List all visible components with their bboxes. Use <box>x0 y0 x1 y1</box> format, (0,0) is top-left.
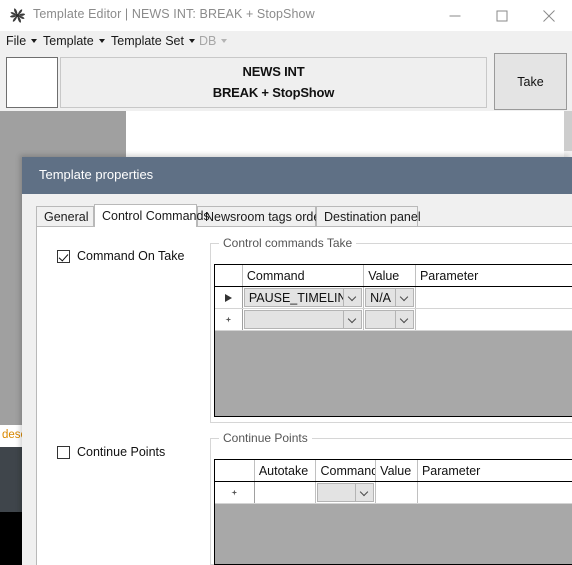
cell-command[interactable] <box>316 482 377 503</box>
template-properties-dialog: Template properties General Control Comm… <box>22 157 572 565</box>
template-banner-line2: BREAK + StopShow <box>212 85 335 100</box>
menu-item-template-set-label: Template Set <box>111 34 184 48</box>
new-row-asterisk-icon <box>215 309 243 330</box>
continue-points-grid[interactable]: Autotake Command Value Parameter <box>214 459 572 565</box>
chevron-down-icon <box>98 39 105 43</box>
window-title: Template Editor | NEWS INT: BREAK + Stop… <box>33 7 315 21</box>
continue-points-checkbox[interactable]: Continue Points <box>57 445 165 459</box>
tab-newsroom-tags-order-label: Newsroom tags order <box>205 209 325 224</box>
command-on-take-label: Command On Take <box>77 249 185 263</box>
minimize-icon <box>449 15 461 16</box>
grid-header-row: Command Value Parameter <box>215 265 572 287</box>
table-row[interactable] <box>215 309 572 331</box>
continue-points-label: Continue Points <box>77 445 166 459</box>
tab-general[interactable]: General <box>36 206 94 226</box>
vertical-scrollbar-thumb[interactable] <box>564 111 572 151</box>
table-row[interactable]: PAUSE_TIMELINE N/A <box>215 287 572 309</box>
maximize-button[interactable] <box>479 0 525 31</box>
take-button[interactable]: Take <box>493 52 568 111</box>
menu-item-file[interactable]: File <box>6 34 38 51</box>
command-on-take-checkbox[interactable]: Command On Take <box>57 249 184 263</box>
close-icon <box>543 9 555 22</box>
grid-header-value[interactable]: Value <box>364 265 416 286</box>
chevron-down-icon[interactable] <box>343 311 362 328</box>
cell-parameter[interactable] <box>415 309 572 330</box>
grid-header-rowmarker <box>215 265 243 286</box>
dialog-tabs: General Control Commands Newsroom tags o… <box>36 204 572 227</box>
template-banner[interactable]: NEWS INT BREAK + StopShow <box>60 57 487 108</box>
template-banner-line1: NEWS INT <box>242 64 305 79</box>
grid-header-command[interactable]: Command <box>316 460 377 481</box>
tab-newsroom-tags-order[interactable]: Newsroom tags order <box>197 206 325 226</box>
tab-control-commands[interactable]: Control Commands <box>94 204 210 227</box>
tab-destination-panel[interactable]: Destination panel <box>316 206 421 226</box>
maximize-icon <box>496 10 508 21</box>
grid-header-rowmarker <box>215 460 255 481</box>
grid-header-parameter[interactable]: Parameter <box>417 460 572 481</box>
cell-value[interactable] <box>376 482 418 503</box>
value-combobox[interactable] <box>365 310 414 329</box>
grid-header-row: Autotake Command Value Parameter <box>215 460 572 482</box>
command-combobox[interactable] <box>243 310 363 329</box>
command-combobox-value: PAUSE_TIMELINE <box>248 290 355 305</box>
new-row-asterisk-icon <box>215 482 255 503</box>
control-commands-take-group-title: Control commands Take <box>219 236 357 250</box>
cell-parameter[interactable] <box>415 287 572 308</box>
menu-item-template-label: Template <box>43 34 94 48</box>
tab-destination-panel-label: Destination panel <box>324 209 421 224</box>
grid-header-value[interactable]: Value <box>376 460 418 481</box>
chevron-down-icon[interactable] <box>343 289 362 306</box>
control-commands-take-grid[interactable]: Command Value Parameter PAUSE_TIMELINE N… <box>214 264 572 417</box>
dialog-title: Template properties <box>39 167 154 182</box>
table-row[interactable] <box>215 482 572 504</box>
cell-value[interactable] <box>364 309 416 330</box>
value-combobox-value: N/A <box>370 290 392 305</box>
grid-header-command[interactable]: Command <box>242 265 365 286</box>
template-thumbnail[interactable] <box>6 57 58 108</box>
tab-control-commands-label: Control Commands <box>102 209 210 223</box>
chevron-down-icon <box>31 39 38 43</box>
chevron-down-icon[interactable] <box>394 289 413 306</box>
menu-bar: File Template Template Set DB <box>0 31 572 53</box>
cell-command[interactable] <box>242 309 365 330</box>
grid-header-autotake[interactable]: Autotake <box>254 460 317 481</box>
checkbox-box <box>57 249 70 263</box>
menu-item-db-label: DB <box>199 34 217 48</box>
current-row-arrow-icon <box>215 287 243 308</box>
close-button[interactable] <box>526 0 572 31</box>
app-window: desc Template Editor | NEWS INT: BREAK +… <box>0 0 572 565</box>
app-pinwheel-icon <box>9 7 26 24</box>
menu-item-db: DB <box>199 34 228 51</box>
menu-item-file-label: File <box>6 34 27 48</box>
cell-command[interactable]: PAUSE_TIMELINE <box>242 287 365 308</box>
value-combobox[interactable]: N/A <box>365 288 414 307</box>
minimize-button[interactable] <box>432 0 478 31</box>
command-combobox[interactable] <box>317 483 375 502</box>
chevron-down-icon[interactable] <box>355 484 374 501</box>
menu-item-template-set[interactable]: Template Set <box>111 34 195 51</box>
continue-points-group-title: Continue Points <box>219 431 312 445</box>
chevron-down-icon[interactable] <box>394 311 413 328</box>
command-combobox[interactable]: PAUSE_TIMELINE <box>243 288 363 307</box>
cell-parameter[interactable] <box>417 482 572 503</box>
checkbox-box <box>57 445 70 459</box>
title-bar: Template Editor | NEWS INT: BREAK + Stop… <box>0 0 572 32</box>
cell-autotake[interactable] <box>254 482 317 503</box>
chevron-down-icon <box>221 39 228 43</box>
grid-header-parameter[interactable]: Parameter <box>415 265 572 286</box>
chevron-down-icon <box>188 39 195 43</box>
menu-item-template[interactable]: Template <box>43 34 105 51</box>
cell-value[interactable]: N/A <box>364 287 416 308</box>
template-toolstrip: NEWS INT BREAK + StopShow <box>0 53 572 111</box>
dialog-title-bar: Template properties <box>22 157 572 194</box>
tab-general-label: General <box>44 209 89 224</box>
